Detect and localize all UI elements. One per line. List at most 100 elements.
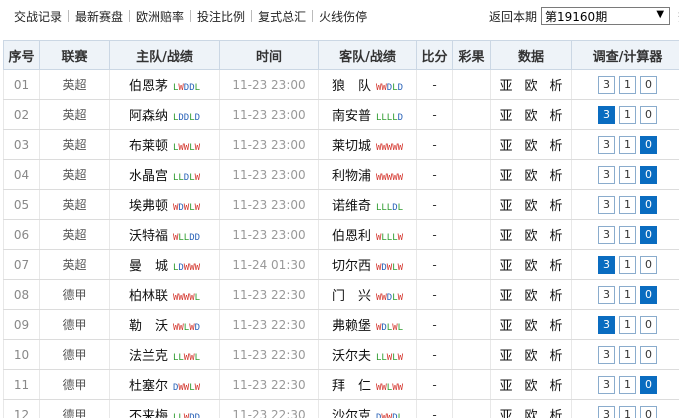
euro-odds-link[interactable]: 欧 [524,409,537,418]
asian-odds-link[interactable]: 亚 [499,379,512,394]
euro-odds-link[interactable]: 欧 [524,379,537,394]
home-team-name[interactable]: 法兰克 [129,349,168,364]
away-team-name[interactable]: 切尔西 [332,259,371,274]
calc-win-button[interactable]: 3 [598,345,615,364]
league-name[interactable]: 英超 [39,159,110,190]
nav-link-combo-summary[interactable]: 复式总汇 [258,8,306,25]
calc-draw-button[interactable]: 1 [619,165,636,184]
period-select[interactable]: 第19160期 ▼ [541,7,671,25]
analysis-link[interactable]: 析 [550,409,563,418]
calc-loss-button[interactable]: 0 [640,195,657,214]
away-team-name[interactable]: 狼 队 [332,79,371,94]
away-team-name[interactable]: 沙尔克 [332,409,371,418]
analysis-link[interactable]: 析 [550,229,563,244]
analysis-link[interactable]: 析 [550,169,563,184]
asian-odds-link[interactable]: 亚 [499,319,512,334]
calc-loss-button[interactable]: 0 [640,165,657,184]
asian-odds-link[interactable]: 亚 [499,79,512,94]
away-team-name[interactable]: 诺维奇 [332,199,371,214]
calc-draw-button[interactable]: 1 [619,375,636,394]
calc-loss-button[interactable]: 0 [640,285,657,304]
league-name[interactable]: 英超 [39,129,110,160]
home-team-name[interactable]: 布莱顿 [129,139,168,154]
calc-draw-button[interactable]: 1 [619,135,636,154]
league-name[interactable]: 德甲 [39,339,110,370]
asian-odds-link[interactable]: 亚 [499,409,512,418]
calc-loss-button[interactable]: 0 [640,75,657,94]
calc-loss-button[interactable]: 0 [640,405,657,418]
analysis-link[interactable]: 析 [550,319,563,334]
calc-win-button[interactable]: 3 [598,225,615,244]
asian-odds-link[interactable]: 亚 [499,109,512,124]
euro-odds-link[interactable]: 欧 [524,199,537,214]
calc-draw-button[interactable]: 1 [619,195,636,214]
calc-draw-button[interactable]: 1 [619,75,636,94]
calc-draw-button[interactable]: 1 [619,225,636,244]
analysis-link[interactable]: 析 [550,139,563,154]
calc-draw-button[interactable]: 1 [619,315,636,334]
league-name[interactable]: 德甲 [39,369,110,400]
calc-draw-button[interactable]: 1 [619,405,636,418]
calc-win-button[interactable]: 3 [598,135,615,154]
asian-odds-link[interactable]: 亚 [499,229,512,244]
home-team-name[interactable]: 杜塞尔 [129,379,168,394]
asian-odds-link[interactable]: 亚 [499,259,512,274]
calc-win-button[interactable]: 3 [598,75,615,94]
home-team-name[interactable]: 勒 沃 [129,319,168,334]
calc-win-button[interactable]: 3 [598,285,615,304]
away-team-name[interactable]: 莱切城 [332,139,371,154]
away-team-name[interactable]: 伯恩利 [332,229,371,244]
analysis-link[interactable]: 析 [550,109,563,124]
home-team-name[interactable]: 水晶宫 [129,169,168,184]
away-team-name[interactable]: 南安普 [332,109,371,124]
nav-link-euro-odds[interactable]: 欧洲赔率 [136,8,184,25]
league-name[interactable]: 英超 [39,219,110,250]
euro-odds-link[interactable]: 欧 [524,349,537,364]
calc-win-button[interactable]: 3 [598,315,615,334]
calc-win-button[interactable]: 3 [598,195,615,214]
analysis-link[interactable]: 析 [550,349,563,364]
euro-odds-link[interactable]: 欧 [524,259,537,274]
nav-link-match-history[interactable]: 交战记录 [14,8,62,25]
league-name[interactable]: 英超 [39,249,110,280]
league-name[interactable]: 英超 [39,99,110,130]
home-team-name[interactable]: 不来梅 [129,409,168,418]
home-team-name[interactable]: 沃特福 [129,229,168,244]
analysis-link[interactable]: 析 [550,79,563,94]
asian-odds-link[interactable]: 亚 [499,199,512,214]
calc-loss-button[interactable]: 0 [640,135,657,154]
nav-link-bet-ratio[interactable]: 投注比例 [197,8,245,25]
league-name[interactable]: 英超 [39,69,110,100]
calc-draw-button[interactable]: 1 [619,105,636,124]
home-team-name[interactable]: 曼 城 [129,259,168,274]
analysis-link[interactable]: 析 [550,199,563,214]
calc-win-button[interactable]: 3 [598,105,615,124]
league-name[interactable]: 英超 [39,189,110,220]
away-team-name[interactable]: 门 兴 [332,289,371,304]
asian-odds-link[interactable]: 亚 [499,349,512,364]
calc-win-button[interactable]: 3 [598,255,615,274]
euro-odds-link[interactable]: 欧 [524,229,537,244]
away-team-name[interactable]: 利物浦 [332,169,371,184]
euro-odds-link[interactable]: 欧 [524,169,537,184]
analysis-link[interactable]: 析 [550,289,563,304]
calc-win-button[interactable]: 3 [598,375,615,394]
home-team-name[interactable]: 埃弗顿 [129,199,168,214]
calc-draw-button[interactable]: 1 [619,345,636,364]
nav-link-injuries[interactable]: 火线伤停 [319,8,367,25]
home-team-name[interactable]: 阿森纳 [129,109,168,124]
analysis-link[interactable]: 析 [550,259,563,274]
calc-loss-button[interactable]: 0 [640,315,657,334]
away-team-name[interactable]: 沃尔夫 [332,349,371,364]
calc-loss-button[interactable]: 0 [640,345,657,364]
league-name[interactable]: 德甲 [39,399,110,418]
calc-loss-button[interactable]: 0 [640,225,657,244]
calc-draw-button[interactable]: 1 [619,255,636,274]
euro-odds-link[interactable]: 欧 [524,289,537,304]
analysis-link[interactable]: 析 [550,379,563,394]
league-name[interactable]: 德甲 [39,279,110,310]
euro-odds-link[interactable]: 欧 [524,139,537,154]
euro-odds-link[interactable]: 欧 [524,79,537,94]
asian-odds-link[interactable]: 亚 [499,169,512,184]
calc-loss-button[interactable]: 0 [640,255,657,274]
